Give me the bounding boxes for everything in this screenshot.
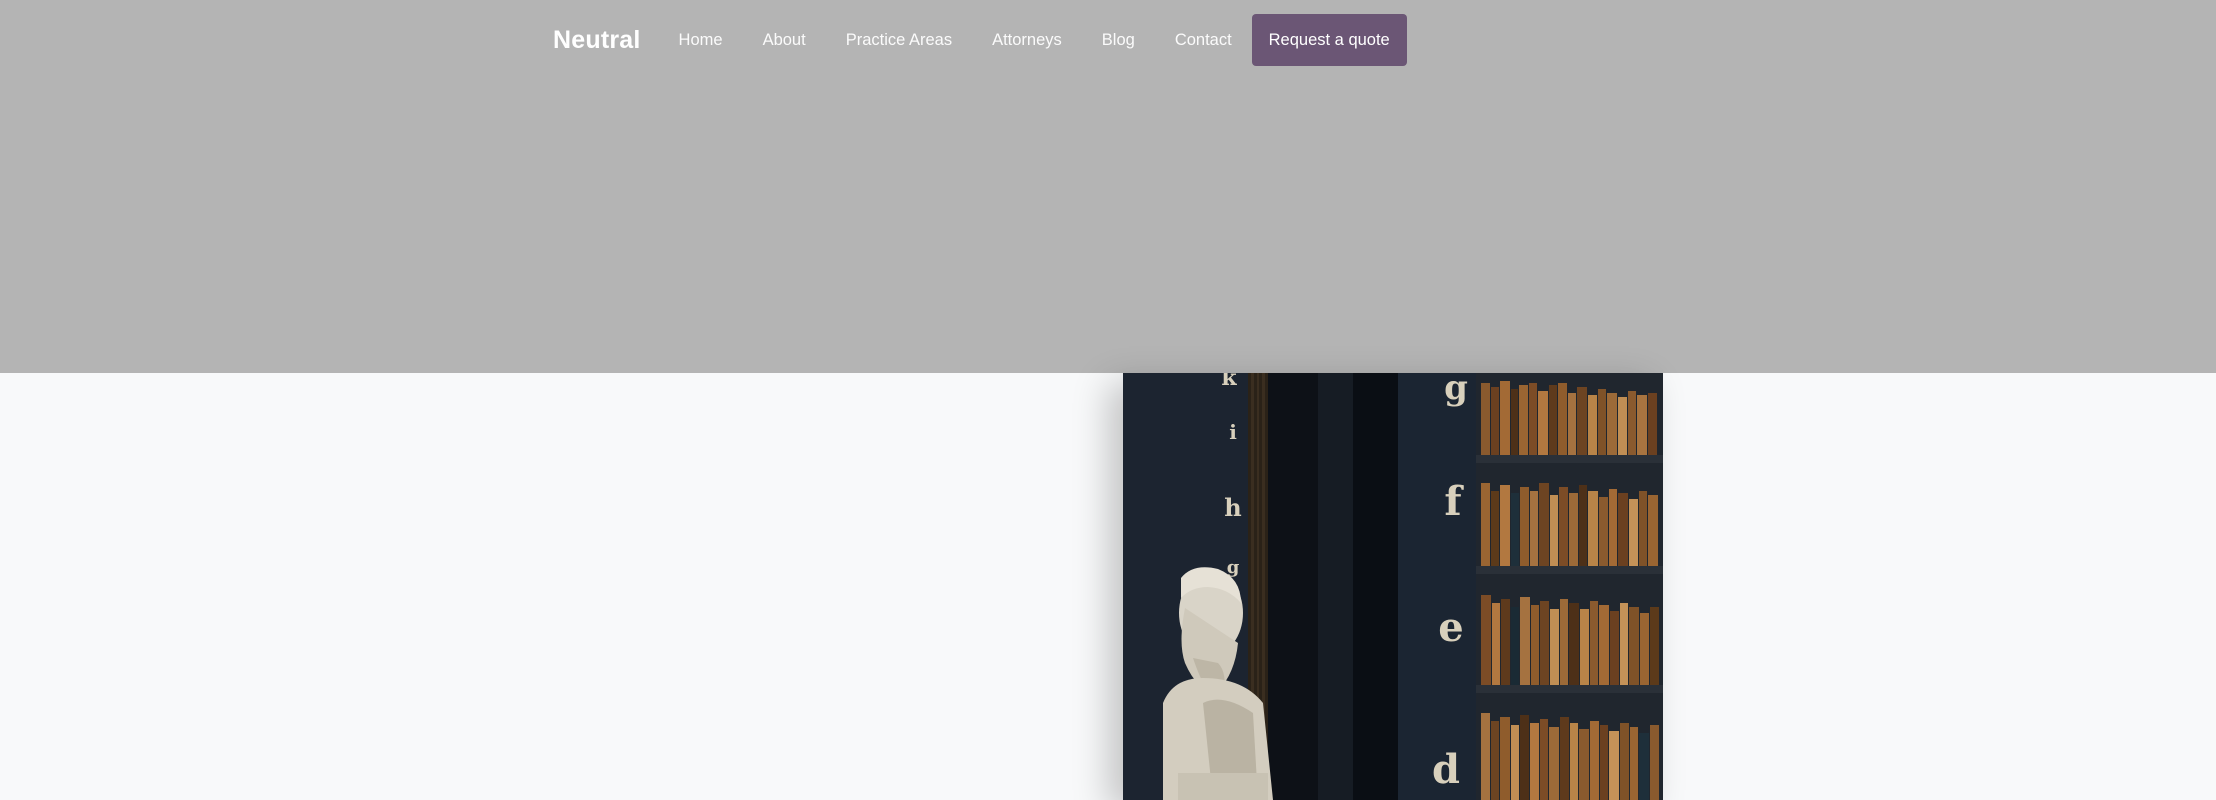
nav-link-home[interactable]: Home bbox=[659, 31, 743, 50]
main-navbar: Neutral Home About Practice Areas Attorn… bbox=[553, 14, 1407, 66]
nav-link-attorneys[interactable]: Attorneys bbox=[972, 31, 1082, 50]
request-quote-button[interactable]: Request a quote bbox=[1251, 14, 1407, 66]
spine-letter-f: f bbox=[1444, 478, 1464, 525]
library-bust-photo: k i h g g f e d bbox=[1123, 373, 1663, 800]
nav-link-about[interactable]: About bbox=[743, 31, 826, 50]
library-photo-illustration: k i h g g f e d bbox=[1123, 373, 1663, 800]
spine-letter-k: k bbox=[1221, 373, 1237, 391]
nav-link-contact[interactable]: Contact bbox=[1155, 31, 1252, 50]
spine-letter-g: g bbox=[1227, 557, 1240, 578]
brand-logo[interactable]: Neutral bbox=[553, 26, 641, 55]
hero-section: Neutral Home About Practice Areas Attorn… bbox=[0, 0, 2216, 373]
spine-letter-h: h bbox=[1224, 493, 1241, 522]
spine-letter-i: i bbox=[1229, 420, 1237, 444]
nav-link-practice-areas[interactable]: Practice Areas bbox=[826, 31, 972, 50]
spine-letter-e: e bbox=[1438, 604, 1463, 651]
spine-letter-g-right: g bbox=[1444, 373, 1468, 408]
nav-link-blog[interactable]: Blog bbox=[1082, 31, 1155, 50]
spine-letter-d: d bbox=[1432, 746, 1460, 793]
